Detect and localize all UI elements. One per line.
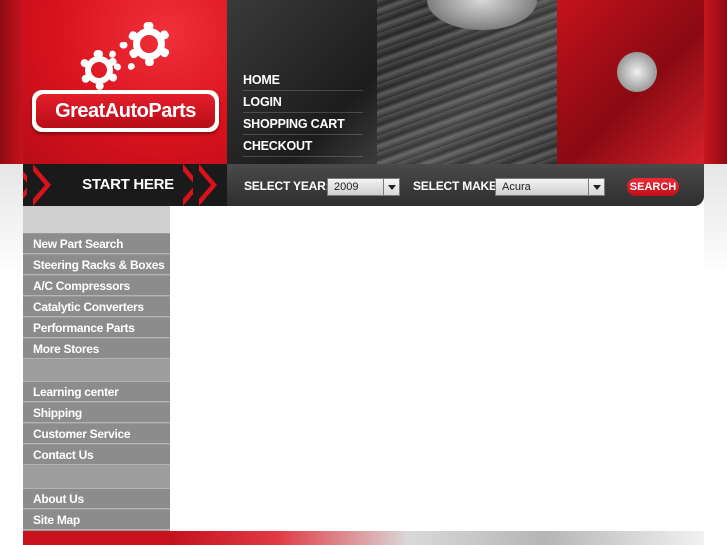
sidebar-nav: New Part Search Steering Racks & Boxes A… <box>23 206 170 545</box>
nav-home-link[interactable]: HOME <box>243 70 363 91</box>
start-here-label: START HERE <box>82 176 174 193</box>
vehicle-search: SELECT YEAR: 2009 SELECT MAKE: Acura SEA… <box>227 164 704 206</box>
footer-strip-left <box>23 531 170 545</box>
sidebar-item-about-us[interactable]: About Us <box>23 489 170 509</box>
footer-banner-strip <box>170 531 704 545</box>
top-nav: HOME LOGIN SHOPPING CART CHECKOUT <box>243 70 363 158</box>
sidebar-item-performance-parts[interactable]: Performance Parts <box>23 318 170 338</box>
sidebar-item-ac-compressors[interactable]: A/C Compressors <box>23 276 170 296</box>
sidebar-item-more-stores[interactable]: More Stores <box>23 339 170 359</box>
make-select-value: Acura <box>502 181 531 193</box>
page-edge-left <box>0 0 23 164</box>
year-select[interactable]: 2009 <box>327 178 400 196</box>
logo-panel: GreatAutoParts <box>23 0 227 164</box>
nav-login-link[interactable]: LOGIN <box>243 92 363 113</box>
make-label: SELECT MAKE: <box>413 179 501 193</box>
nav-shopping-cart-link[interactable]: SHOPPING CART <box>243 114 363 135</box>
page-edge-left-lower <box>0 164 23 545</box>
page-edge-right-lower <box>704 164 727 545</box>
site-logo[interactable]: GreatAutoParts <box>32 90 219 132</box>
reservoir-cap-graphic <box>617 52 657 92</box>
sidebar-item-steering-racks[interactable]: Steering Racks & Boxes <box>23 255 170 275</box>
dropdown-arrow-icon[interactable] <box>588 179 604 195</box>
sidebar-spacer <box>23 360 170 382</box>
start-here-banner: START HERE <box>23 164 227 206</box>
site-header: GreatAutoParts HOME LOGIN SHOPPING CART … <box>23 0 704 164</box>
sidebar-header-strip <box>23 206 170 233</box>
sidebar-item-new-part-search[interactable]: New Part Search <box>23 234 170 254</box>
year-label: SELECT YEAR: <box>244 179 330 193</box>
dropdown-arrow-icon[interactable] <box>383 179 399 195</box>
part-search-bar: START HERE SELECT YEAR: 2009 SELECT MAKE… <box>23 164 704 206</box>
logo-text: GreatAutoParts <box>36 94 215 128</box>
sidebar-item-customer-service[interactable]: Customer Service <box>23 424 170 444</box>
sidebar-item-learning-center[interactable]: Learning center <box>23 382 170 402</box>
year-select-value: 2009 <box>334 181 359 193</box>
sidebar-item-contact-us[interactable]: Contact Us <box>23 445 170 465</box>
chevron-mask <box>27 164 45 206</box>
sidebar-spacer <box>23 466 170 489</box>
sidebar-item-shipping[interactable]: Shipping <box>23 403 170 423</box>
sidebar-item-catalytic-converters[interactable]: Catalytic Converters <box>23 297 170 317</box>
chevron-mask <box>193 164 211 206</box>
search-button[interactable]: SEARCH <box>627 178 679 196</box>
make-select[interactable]: Acura <box>495 178 605 196</box>
gear-icon <box>85 56 113 84</box>
nav-checkout-link[interactable]: CHECKOUT <box>243 136 363 157</box>
sidebar-item-site-map[interactable]: Site Map <box>23 510 170 530</box>
page-edge-right <box>704 0 727 164</box>
